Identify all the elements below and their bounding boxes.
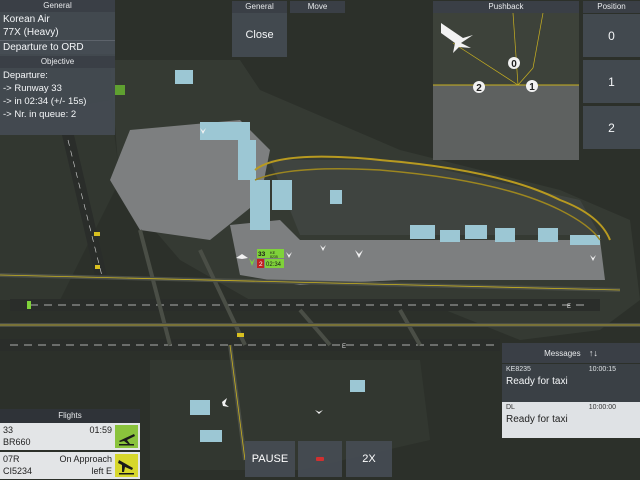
message-text: Ready for taxi: [506, 414, 568, 425]
departure-icon[interactable]: [115, 425, 138, 448]
green-marker: [115, 85, 125, 95]
message-callsign: KE8235: [506, 366, 531, 373]
gate-tag-main: 33: [258, 251, 266, 258]
message-item[interactable]: DL 10:00:00 Ready for taxi: [502, 402, 640, 438]
position-1-button[interactable]: 1: [583, 60, 640, 103]
flight-sub-status: left E: [91, 466, 112, 476]
gate-tag-time: 02:34: [266, 262, 282, 268]
message-time: 10:00:15: [588, 366, 616, 373]
position-2-button[interactable]: 2: [583, 106, 640, 149]
runway-end-a: E: [567, 304, 571, 310]
message-time: 10:00:00: [588, 404, 616, 411]
message-callsign: DL: [506, 404, 515, 411]
flights-header: Flights: [0, 409, 140, 423]
flight-time: 01:59: [89, 425, 112, 435]
route-row: Departure to ORD: [0, 40, 115, 54]
flight-row[interactable]: 33 BR660 01:59: [0, 423, 140, 450]
flight-callsign: BR660: [3, 437, 31, 447]
objective-line: -> in 02:34 (+/- 15s): [3, 96, 87, 107]
arrival-icon[interactable]: [115, 454, 138, 477]
pause-button[interactable]: PAUSE: [245, 441, 295, 477]
gate-tag-small: 8235: [270, 255, 278, 259]
flight-runway: 07R: [3, 454, 20, 464]
pushback-header: Pushback: [433, 1, 579, 13]
objective-line: Departure:: [3, 70, 48, 81]
speed-button[interactable]: 2X: [346, 441, 392, 477]
close-button[interactable]: Close: [232, 13, 287, 57]
flight-callsign: CI5234: [3, 466, 33, 476]
flight-row[interactable]: 07R CI5234 On Approach left E: [0, 452, 140, 479]
tab-move[interactable]: Move: [290, 1, 345, 13]
stop-button[interactable]: [298, 441, 342, 477]
objective-line: -> Runway 33: [3, 83, 62, 94]
pushback-marker-1: 1: [529, 82, 535, 93]
pushback-marker-0: 0: [511, 59, 517, 70]
message-text: Ready for taxi: [506, 376, 568, 387]
pushback-marker-2: 2: [476, 83, 482, 94]
flight-runway: 33: [3, 425, 14, 435]
tab-general[interactable]: General: [232, 1, 287, 13]
position-0-button[interactable]: 0: [583, 14, 640, 57]
runway-end-b: E: [342, 344, 346, 350]
messages-header[interactable]: Messages ↑↓: [502, 343, 640, 363]
stop-icon: [316, 457, 324, 461]
gate-tag-count: 2: [259, 261, 263, 268]
objective-line: -> Nr. in queue: 2: [3, 109, 77, 120]
route-text: Departure to ORD: [3, 42, 84, 53]
position-header: Position: [583, 1, 640, 13]
objective-panel: Departure: -> Runway 33 -> in 02:34 (+/-…: [0, 68, 115, 135]
messages-title: Messages: [544, 349, 581, 358]
sort-icon[interactable]: ↑↓: [589, 348, 598, 358]
message-item[interactable]: KE8235 10:00:15 Ready for taxi: [502, 364, 640, 402]
airline-name: Korean Air: [3, 14, 50, 25]
flight-status: On Approach: [59, 454, 112, 464]
info-general-header: General: [0, 0, 115, 12]
pushback-preview[interactable]: 0 1 2: [433, 13, 579, 160]
aircraft-type: 77X (Heavy): [3, 27, 59, 38]
objective-header: Objective: [0, 56, 115, 68]
